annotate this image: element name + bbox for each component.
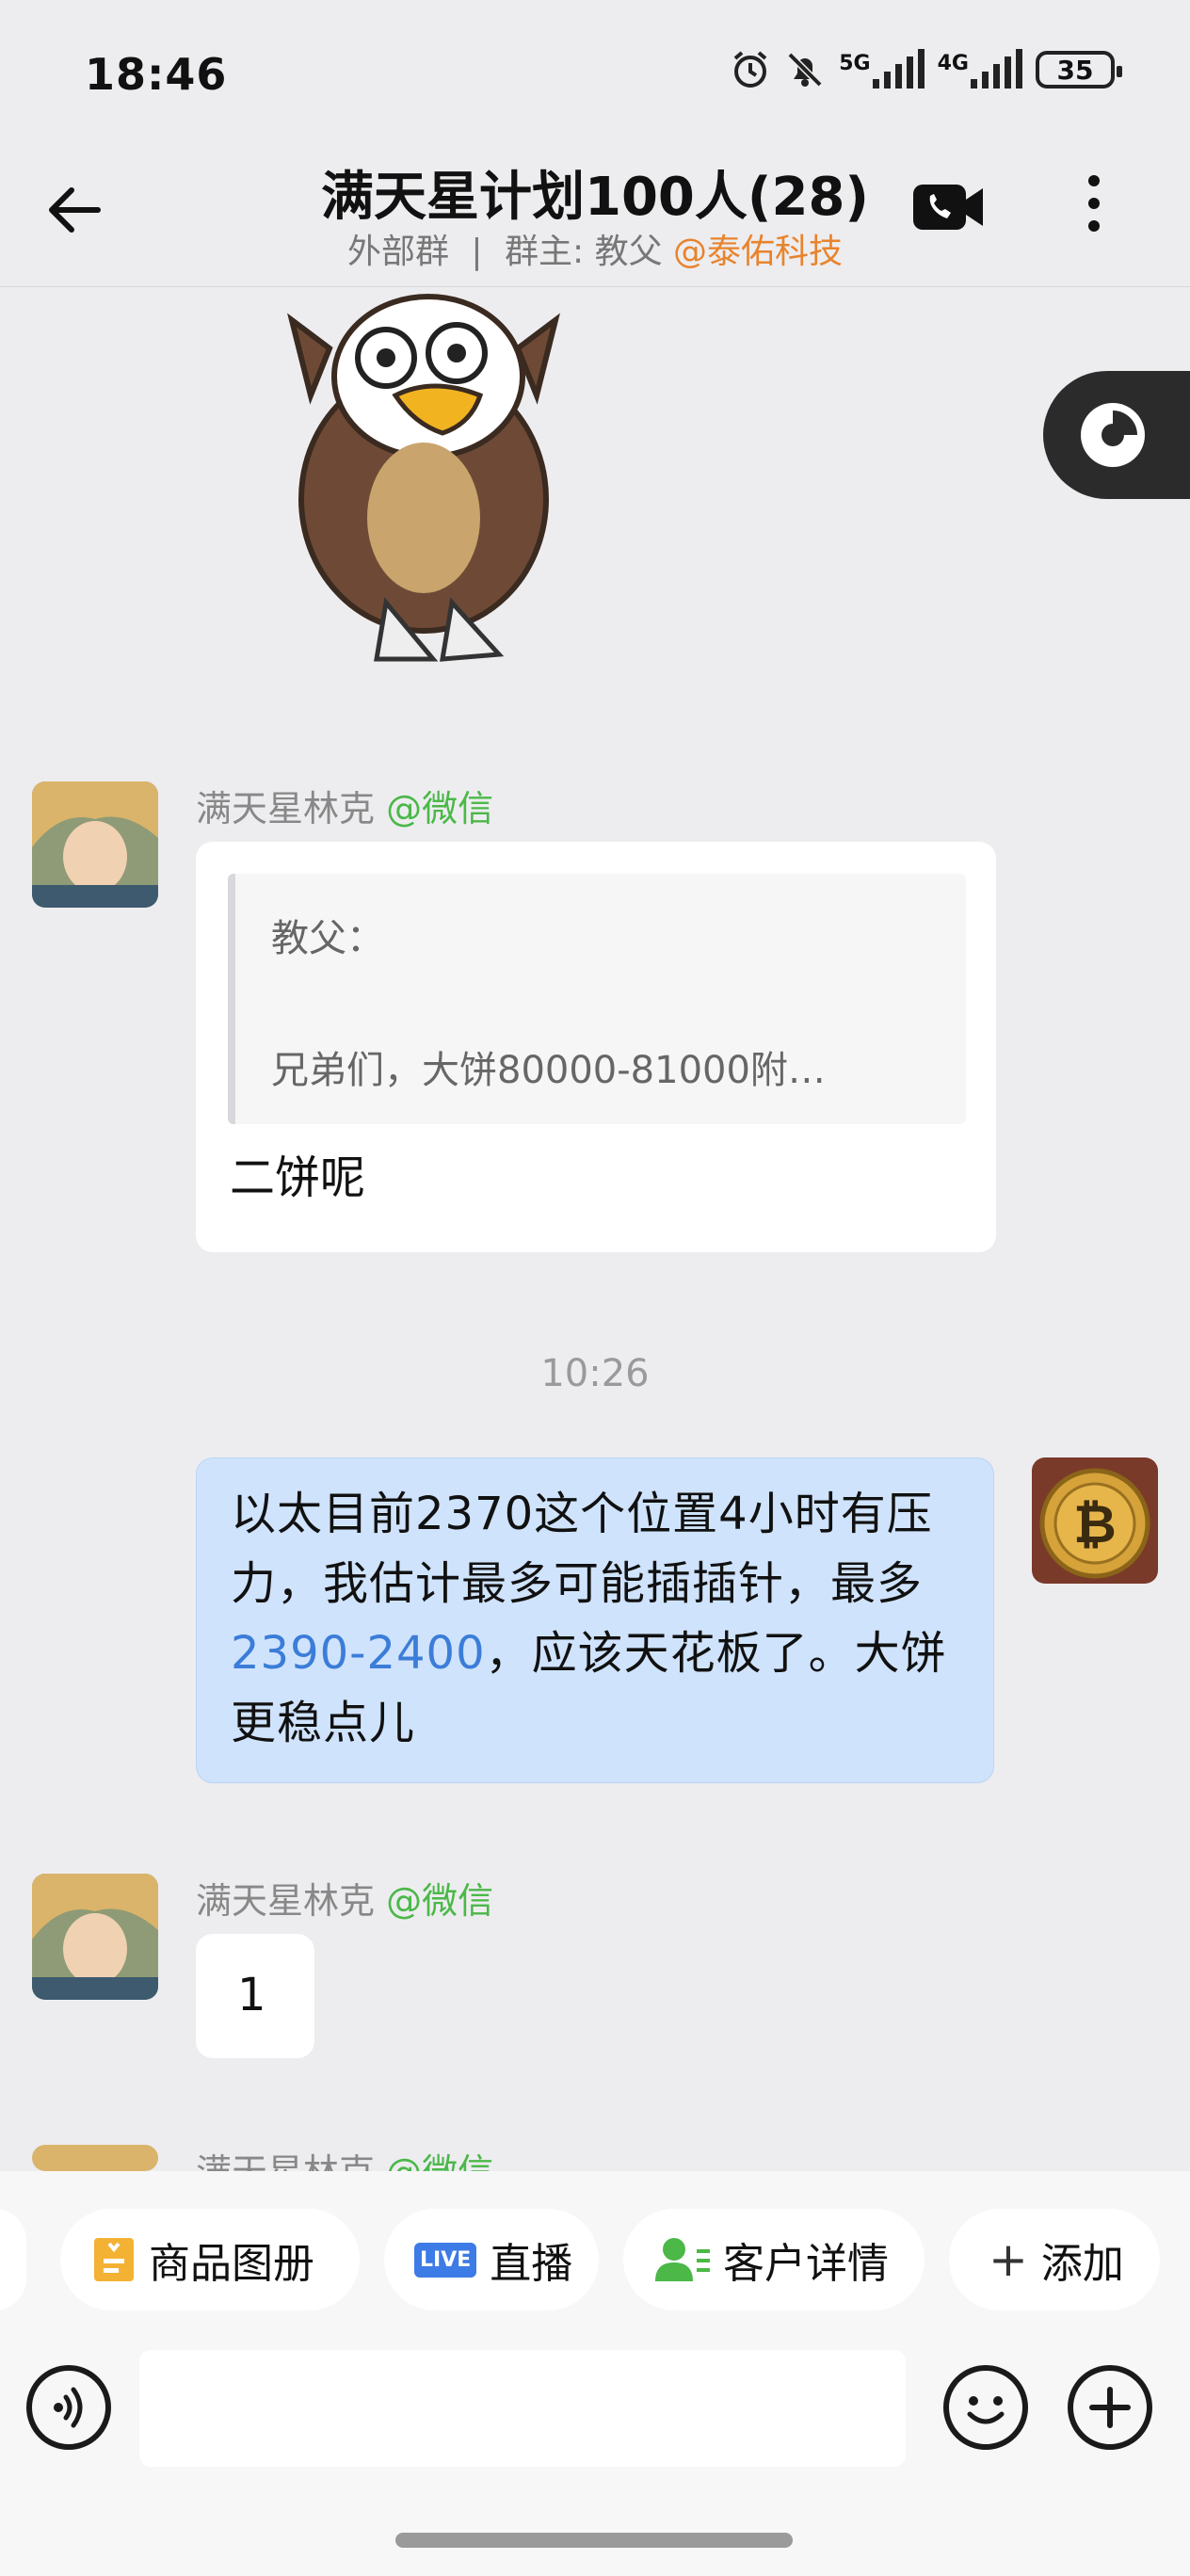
add-label: 添加 (1040, 2240, 1124, 2288)
customer-icon (655, 2236, 710, 2283)
plus-icon (1089, 2387, 1131, 2428)
chat-title: 满天星计划100人(28) (320, 167, 869, 228)
sender-name: 满天星林克 @微信 (196, 780, 493, 831)
live-icon: LIVE (414, 2242, 477, 2278)
sender-source: @微信 (386, 1880, 494, 1922)
group-type: 外部群 (346, 233, 449, 271)
message-input[interactable] (139, 2350, 906, 2467)
emoji-icon (967, 2396, 1005, 2424)
owner-org: @泰佑科技 (673, 233, 844, 271)
duck-sticker[interactable] (254, 282, 593, 678)
more-input-button[interactable] (1068, 2365, 1152, 2450)
mute-bell-icon (787, 52, 823, 88)
message-text-part: 以太目前2370这个位置4小时有压力，我估计最多可能插插针，最多 (231, 1488, 933, 1610)
add-chip[interactable]: + 添加 (949, 2209, 1160, 2310)
customer-details-label: 客户详情 (723, 2240, 889, 2288)
chip-partial[interactable] (0, 2209, 26, 2310)
refresh-icon (1081, 403, 1145, 467)
battery-indicator: 35 (1036, 51, 1122, 89)
live-label: 直播 (490, 2240, 573, 2288)
emoji-button[interactable] (943, 2365, 1028, 2450)
more-options-icon[interactable] (1088, 175, 1100, 241)
quote-text: 兄弟们，大饼80000-81000附… (271, 1049, 826, 1092)
my-avatar[interactable]: ₿ (1032, 1457, 1158, 1584)
live-chip[interactable]: LIVE 直播 (384, 2209, 599, 2310)
status-time: 18:46 (85, 49, 228, 100)
sent-message-bubble[interactable]: 以太目前2370这个位置4小时有压力，我估计最多可能插插针，最多 2390-240… (196, 1457, 994, 1783)
sender-name-text: 满天星林克 (196, 1880, 376, 1922)
catalog-icon (92, 2236, 136, 2283)
avatar[interactable] (32, 781, 158, 908)
quoted-message[interactable]: 教父： 兄弟们，大饼80000-81000附… (228, 874, 966, 1124)
quote-author: 教父： (271, 917, 384, 960)
chat-header: 满天星计划100人(28) 外部群 | 群主: 教父 @泰佑科技 (0, 141, 1190, 287)
message-text: 以太目前2370这个位置4小时有压力，我估计最多可能插插针，最多 2390-240… (231, 1479, 965, 1758)
alarm-icon (733, 51, 767, 88)
voice-input-button[interactable] (26, 2365, 111, 2450)
video-call-icon[interactable] (911, 179, 987, 235)
chat-subtitle: 外部群 | 群主: 教父 @泰佑科技 (0, 224, 1190, 273)
voice-icon (54, 2387, 83, 2428)
catalog-label: 商品图册 (149, 2240, 314, 2288)
floating-action-button[interactable] (1043, 371, 1190, 499)
home-indicator[interactable] (395, 2533, 793, 2548)
subtitle-separator: | (471, 233, 483, 271)
status-icons: 5G 4G 35 (730, 49, 1122, 90)
signal-4g: 4G (938, 49, 1022, 89)
customer-details-chip[interactable]: 客户详情 (623, 2209, 925, 2310)
message-text: 1 (237, 1969, 266, 2021)
sender-name-text: 满天星林克 (196, 788, 376, 829)
group-owner: 群主: 教父 (505, 233, 663, 271)
sender-source: @微信 (386, 788, 494, 829)
timestamp: 10:26 (540, 1352, 650, 1395)
message-bubble[interactable]: 1 (196, 1934, 314, 2058)
sender-name: 满天星林克 @微信 (196, 1872, 493, 1924)
sender-name-text: 满天星林克 (196, 2151, 375, 2171)
status-bar: 18:46 5G 4G 35 (0, 0, 1190, 141)
price-range-link[interactable]: 2390-2400 (231, 1627, 486, 1680)
bottom-toolbar: 商品图册 LIVE 直播 客户详情 + 添加 (0, 2171, 1190, 2576)
message-bubble[interactable]: 教父： 兄弟们，大饼80000-81000附… 二饼呢 (196, 842, 996, 1252)
avatar[interactable] (32, 2145, 158, 2171)
sender-name: 满天星林克 @微信 (196, 2143, 493, 2171)
signal-5g: 5G (839, 49, 925, 89)
catalog-chip[interactable]: 商品图册 (60, 2209, 360, 2310)
message-text: 二饼呢 (230, 1151, 366, 1204)
avatar[interactable] (32, 1874, 158, 2000)
plus-icon: + (989, 2232, 1028, 2287)
svg-text:₿: ₿ (1073, 1494, 1117, 1555)
sender-source: @微信 (386, 2151, 493, 2171)
